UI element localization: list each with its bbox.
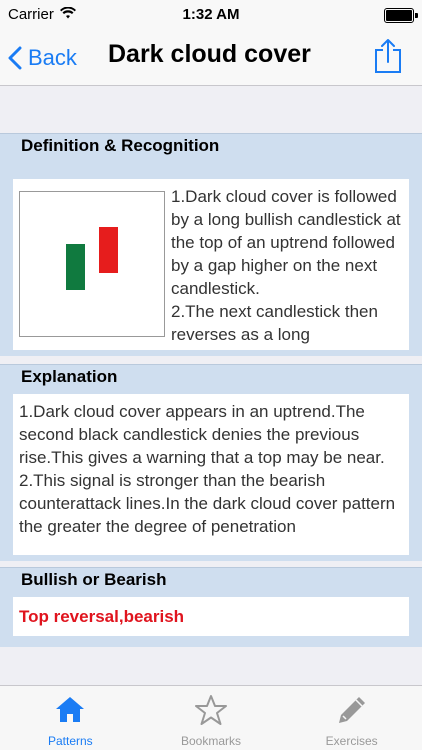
explanation-text: 1.Dark cloud cover appears in an uptrend… xyxy=(19,400,405,538)
definition-section: Definition & Recognition 1.Dark cloud co… xyxy=(0,133,422,356)
navigation-bar: Back Dark cloud cover xyxy=(0,30,422,86)
battery-icon xyxy=(384,8,418,23)
tab-label: Exercises xyxy=(325,734,378,748)
bullish-bearish-section: Bullish or Bearish Top reversal,bearish xyxy=(0,567,422,647)
pattern-image xyxy=(19,191,165,337)
back-label: Back xyxy=(28,45,77,70)
explanation-section: Explanation 1.Dark cloud cover appears i… xyxy=(0,364,422,561)
content-area[interactable]: Definition & Recognition 1.Dark cloud co… xyxy=(0,87,422,685)
bullish-bearish-body: Top reversal,bearish xyxy=(13,597,409,636)
back-button[interactable]: Back xyxy=(8,38,77,78)
tab-bar: Patterns Bookmarks Exercises xyxy=(0,685,422,750)
definition-text: 1.Dark cloud cover is followed by a long… xyxy=(171,185,405,346)
tab-label: Patterns xyxy=(47,734,93,748)
pencil-icon xyxy=(336,694,368,731)
explanation-text-content: 1.Dark cloud cover appears in an uptrend… xyxy=(19,402,396,536)
bearish-candle xyxy=(99,227,118,273)
section-header: Bullish or Bearish xyxy=(21,570,167,589)
tab-patterns[interactable]: Patterns xyxy=(0,686,141,750)
share-icon xyxy=(374,39,402,78)
explanation-body[interactable]: 1.Dark cloud cover appears in an uptrend… xyxy=(13,394,409,555)
share-button[interactable] xyxy=(374,38,402,79)
status-bar: Carrier 1:32 AM xyxy=(0,0,422,30)
section-header: Explanation xyxy=(21,367,118,386)
definition-body[interactable]: 1.Dark cloud cover is followed by a long… xyxy=(13,179,409,350)
bullish-bearish-value: Top reversal,bearish xyxy=(19,607,185,626)
star-icon xyxy=(195,694,227,731)
tab-exercises[interactable]: Exercises xyxy=(281,686,422,750)
tab-bookmarks[interactable]: Bookmarks xyxy=(141,686,282,750)
chevron-left-icon xyxy=(8,46,22,70)
section-header: Definition & Recognition xyxy=(21,136,220,155)
tab-label: Bookmarks xyxy=(180,734,242,748)
status-time: 1:32 AM xyxy=(182,6,240,23)
page-title: Dark cloud cover xyxy=(108,40,311,68)
bullish-candle xyxy=(66,244,85,290)
house-icon xyxy=(55,694,85,729)
definition-text-content: 1.Dark cloud cover is followed by a long… xyxy=(171,187,401,344)
